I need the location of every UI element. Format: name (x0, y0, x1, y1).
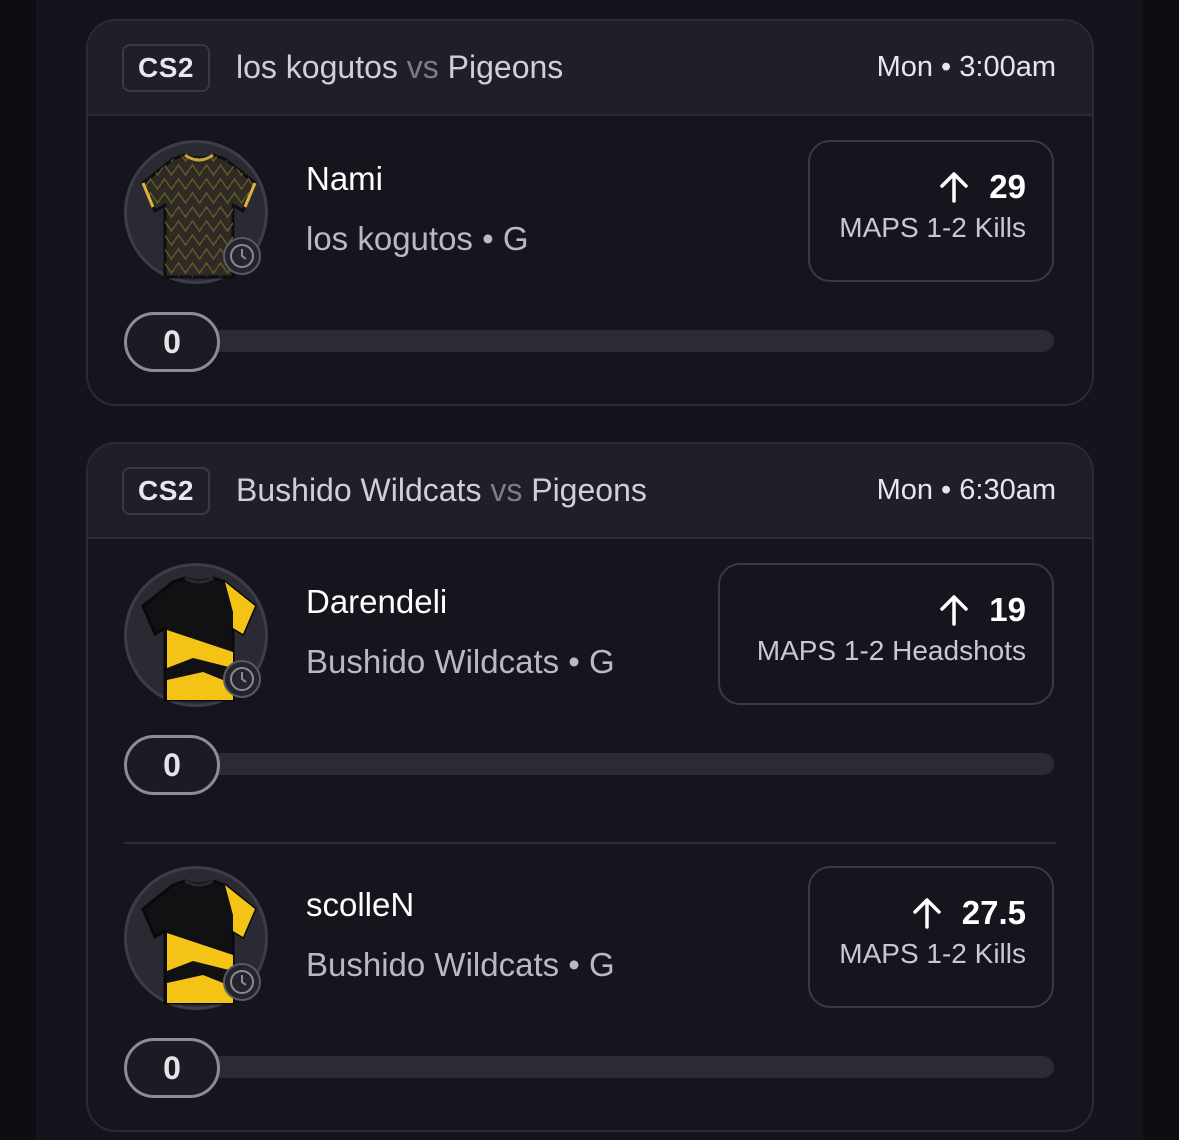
progress-counter: 0 (124, 1038, 220, 1098)
projection-box[interactable]: 29 MAPS 1-2 Kills (808, 140, 1054, 282)
player-avatar (124, 866, 268, 1010)
player-row[interactable]: Darendeli Bushido Wildcats • G 19 MAPS 1… (88, 539, 1092, 842)
screen-edge-left (0, 0, 36, 1140)
team-b: Pigeons (447, 49, 564, 85)
player-name: Darendeli (306, 583, 448, 620)
arrow-up-icon (940, 172, 969, 203)
projection-market: MAPS 1-2 Headshots (756, 635, 1026, 666)
team-b: Pigeons (531, 472, 647, 508)
progress-track (124, 1056, 1054, 1078)
match-time: Mon • 6:30am (876, 474, 1056, 506)
projection-box[interactable]: 27.5 MAPS 1-2 Kills (808, 866, 1054, 1008)
projection-line: 29 (989, 168, 1026, 205)
clock-icon (223, 963, 261, 1001)
projection-line: 19 (989, 591, 1026, 628)
progress-track (124, 330, 1054, 352)
match-card-1: CS2 los kogutos vs Pigeons Mon • 3:00am (86, 19, 1094, 406)
vs-label: vs (406, 49, 439, 85)
player-team-position: los kogutos • G (306, 220, 529, 257)
progress-track (124, 753, 1054, 775)
player-team-position: Bushido Wildcats • G (306, 946, 615, 983)
clock-icon (223, 660, 261, 698)
match-header: CS2 Bushido Wildcats vs Pigeons Mon • 6:… (88, 444, 1092, 539)
match-card-2: CS2 Bushido Wildcats vs Pigeons Mon • 6:… (86, 442, 1094, 1132)
player-avatar (124, 140, 268, 284)
player-avatar (124, 563, 268, 707)
team-a: Bushido Wildcats (236, 472, 482, 508)
progress-counter: 0 (124, 735, 220, 795)
arrow-up-icon (940, 595, 969, 626)
team-a: los kogutos (236, 49, 398, 85)
matchup: los kogutos vs Pigeons (236, 49, 563, 86)
match-header: CS2 los kogutos vs Pigeons Mon • 3:00am (88, 21, 1092, 116)
game-tag: CS2 (122, 43, 210, 92)
player-row[interactable]: scolleN Bushido Wildcats • G 27.5 MAPS 1… (88, 842, 1092, 1130)
arrow-up-icon (913, 898, 941, 929)
game-tag: CS2 (122, 466, 210, 515)
projection-line: 27.5 (961, 894, 1026, 931)
matchup: Bushido Wildcats vs Pigeons (236, 472, 647, 509)
match-time: Mon • 3:00am (876, 51, 1056, 83)
player-team-position: Bushido Wildcats • G (306, 643, 615, 680)
clock-icon (223, 237, 261, 275)
vs-label: vs (490, 472, 523, 508)
player-name: Nami (306, 160, 384, 197)
projection-market: MAPS 1-2 Kills (839, 938, 1026, 969)
projection-market: MAPS 1-2 Kills (839, 212, 1026, 243)
projection-box[interactable]: 19 MAPS 1-2 Headshots (718, 563, 1054, 705)
progress-counter: 0 (124, 312, 220, 372)
player-name: scolleN (306, 886, 415, 923)
screen-edge-right (1143, 0, 1179, 1140)
player-row[interactable]: Nami los kogutos • G 29 MAPS 1-2 Kills 0 (88, 116, 1092, 404)
